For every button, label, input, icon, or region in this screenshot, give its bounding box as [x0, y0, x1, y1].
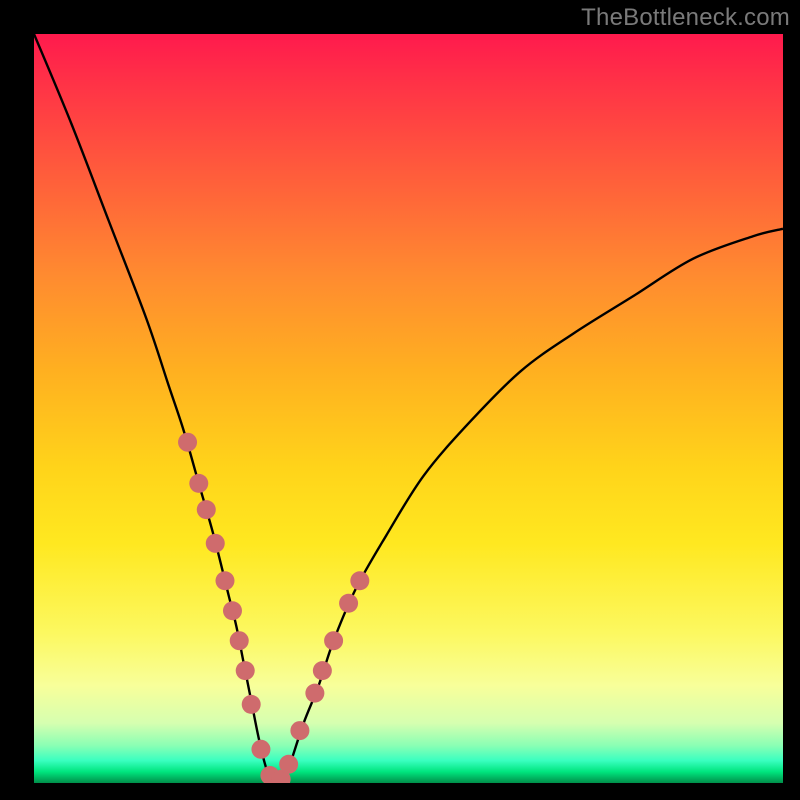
watermark-text: TheBottleneck.com	[581, 4, 790, 32]
highlight-dot	[290, 721, 309, 740]
highlight-dot	[230, 631, 249, 650]
highlight-dot	[223, 601, 242, 620]
highlight-dot	[189, 474, 208, 493]
bottleneck-curve	[34, 34, 783, 783]
highlight-dot	[236, 661, 255, 680]
plot-area	[34, 34, 783, 783]
highlight-dot	[206, 534, 225, 553]
highlight-dot	[305, 684, 324, 703]
highlight-dot	[313, 661, 332, 680]
bottleneck-curve-svg	[34, 34, 783, 783]
highlight-dots	[178, 433, 369, 783]
highlight-dot	[279, 755, 298, 774]
highlight-dot	[251, 740, 270, 759]
highlight-dot	[339, 594, 358, 613]
highlight-dot	[350, 571, 369, 590]
frame-black: TheBottleneck.com	[0, 0, 800, 800]
highlight-dot	[197, 500, 216, 519]
highlight-dot	[242, 695, 261, 714]
highlight-dot	[178, 433, 197, 452]
highlight-dot	[215, 571, 234, 590]
highlight-dot	[324, 631, 343, 650]
